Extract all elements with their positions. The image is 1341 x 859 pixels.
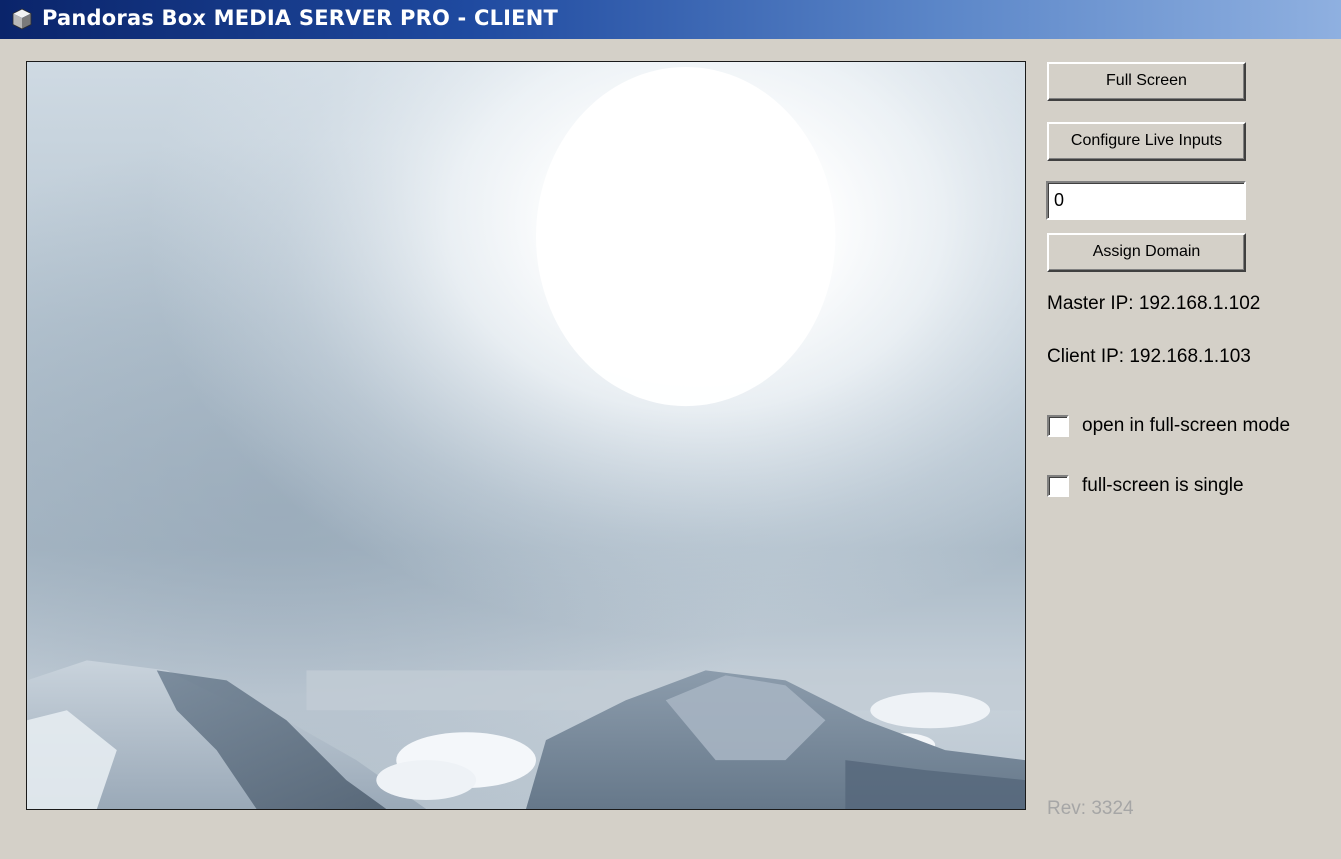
assign-domain-button[interactable]: Assign Domain	[1047, 233, 1246, 272]
domain-input[interactable]	[1046, 181, 1246, 220]
master-ip-label: Master IP: 192.168.1.102	[1047, 293, 1261, 314]
title-bar[interactable]: Pandoras Box MEDIA SERVER PRO - CLIENT	[0, 0, 1341, 39]
client-ip-label: Client IP: 192.168.1.103	[1047, 346, 1251, 367]
mountain-clouds-sun-image	[27, 62, 1025, 809]
revision-label: Rev: 3324	[1047, 798, 1134, 819]
open-fullscreen-label: open in full-screen mode	[1082, 415, 1291, 436]
fullscreen-single-option[interactable]: full-screen is single	[1047, 474, 1244, 498]
cube-icon	[12, 8, 32, 30]
fullscreen-single-checkbox[interactable]	[1047, 475, 1069, 497]
window-title: Pandoras Box MEDIA SERVER PRO - CLIENT	[42, 6, 559, 30]
open-fullscreen-option[interactable]: open in full-screen mode	[1047, 414, 1290, 438]
open-fullscreen-checkbox[interactable]	[1047, 415, 1069, 437]
fullscreen-single-label: full-screen is single	[1082, 475, 1244, 496]
video-preview	[26, 61, 1026, 810]
full-screen-button[interactable]: Full Screen	[1047, 62, 1246, 101]
configure-live-inputs-button[interactable]: Configure Live Inputs	[1047, 122, 1246, 161]
